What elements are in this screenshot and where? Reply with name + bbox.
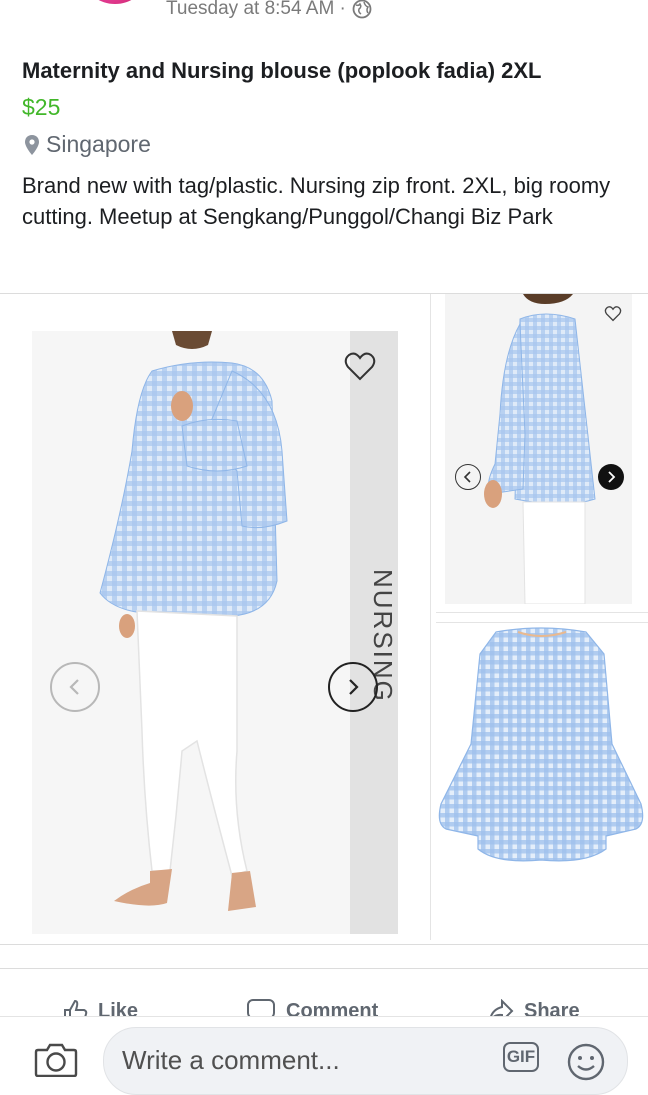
chevron-right-icon — [349, 679, 359, 695]
timestamp-text: Tuesday at 8:54 AM · — [166, 0, 346, 19]
chevron-left-icon — [463, 471, 471, 483]
heart-icon[interactable] — [604, 306, 622, 322]
gif-label: GIF — [506, 1047, 536, 1066]
chevron-right-icon — [608, 471, 616, 483]
side-photo-flat[interactable] — [436, 624, 648, 942]
side-photo-back[interactable] — [445, 294, 632, 604]
model-illustration — [99, 331, 288, 911]
avatar[interactable] — [86, 0, 144, 4]
chevron-left-icon — [69, 679, 79, 695]
photo-gallery: NURSING — [0, 293, 648, 945]
emoji-icon[interactable] — [566, 1042, 606, 1082]
listing-location: Singapore — [24, 131, 151, 158]
side-prev-button[interactable] — [455, 464, 481, 490]
flat-lay-illustration — [438, 627, 644, 862]
listing-title[interactable]: Maternity and Nursing blouse (poplook fa… — [22, 58, 541, 84]
listing-price: $25 — [22, 94, 61, 120]
location-pin-icon — [25, 134, 39, 155]
globe-icon — [352, 0, 372, 19]
listing-description: Brand new with tag/plastic. Nursing zip … — [22, 173, 611, 229]
side-next-button[interactable] — [598, 464, 624, 490]
prev-photo-button[interactable] — [50, 662, 100, 712]
next-photo-button[interactable] — [328, 662, 378, 712]
gif-icon[interactable]: GIF — [503, 1042, 539, 1072]
location-text: Singapore — [46, 131, 151, 157]
main-photo[interactable]: NURSING — [32, 331, 398, 934]
heart-icon[interactable] — [344, 352, 376, 382]
back-view-illustration — [484, 294, 596, 604]
camera-icon[interactable] — [34, 1041, 78, 1077]
post-timestamp: Tuesday at 8:54 AM · — [166, 0, 372, 20]
comment-placeholder: Write a comment... — [122, 1045, 340, 1075]
